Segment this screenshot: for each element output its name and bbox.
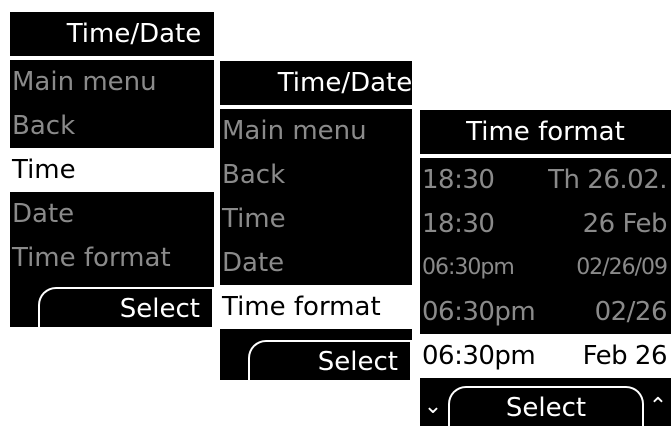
menu-item-date[interactable]: Date bbox=[220, 241, 412, 285]
phone-screen-time-date-time-selected: Time/Date Main menu Back Time Date Time … bbox=[10, 12, 214, 327]
option-time: 06:30pm bbox=[422, 341, 536, 371]
select-softkey[interactable]: Select bbox=[448, 386, 644, 426]
option-date: 02/26/09 bbox=[576, 255, 668, 280]
menu-item-time-format[interactable]: Time format bbox=[220, 285, 412, 329]
softkey-bar: Select bbox=[10, 281, 214, 327]
option-time: 18:30 bbox=[422, 165, 495, 195]
option-date: Feb 26 bbox=[582, 341, 668, 371]
menu-item-main-menu[interactable]: Main menu bbox=[10, 60, 214, 104]
phone-screen-time-date-format-selected: Time/Date Main menu Back Time Date Time … bbox=[220, 61, 412, 380]
phone-screen-time-format: Time format 18:30 Th 26.02. 18:30 26 Feb… bbox=[420, 110, 671, 426]
screen-title: Time/Date bbox=[220, 61, 412, 105]
time-format-option[interactable]: 18:30 26 Feb bbox=[420, 202, 671, 246]
option-time: 18:30 bbox=[422, 209, 495, 239]
option-time: 06:30pm bbox=[422, 255, 515, 280]
option-time: 06:30pm bbox=[422, 297, 536, 327]
chevron-up-icon[interactable]: ⌃ bbox=[647, 392, 669, 422]
time-format-option[interactable]: 06:30pm 02/26/09 bbox=[420, 246, 671, 290]
menu-item-back[interactable]: Back bbox=[220, 153, 412, 197]
chevron-down-icon[interactable]: ⌄ bbox=[422, 392, 444, 422]
menu-item-date[interactable]: Date bbox=[10, 192, 214, 236]
menu-list: Main menu Back Time Date Time format bbox=[220, 109, 412, 329]
time-format-option[interactable]: 18:30 Th 26.02. bbox=[420, 158, 671, 202]
menu-item-back[interactable]: Back bbox=[10, 104, 214, 148]
time-format-option-selected[interactable]: 06:30pm Feb 26 bbox=[420, 334, 671, 378]
menu-item-main-menu[interactable]: Main menu bbox=[220, 109, 412, 153]
screen-title: Time format bbox=[420, 110, 671, 154]
menu-item-time[interactable]: Time bbox=[10, 148, 214, 192]
menu-item-time-format[interactable]: Time format bbox=[10, 236, 214, 280]
time-format-option[interactable]: 06:30pm 02/26 bbox=[420, 290, 671, 334]
option-date: 26 Feb bbox=[582, 209, 668, 239]
menu-item-time[interactable]: Time bbox=[220, 197, 412, 241]
time-format-options: 18:30 Th 26.02. 18:30 26 Feb 06:30pm 02/… bbox=[420, 158, 671, 378]
softkey-bar: Select bbox=[220, 334, 412, 380]
select-softkey[interactable]: Select bbox=[38, 287, 214, 327]
select-softkey[interactable]: Select bbox=[248, 340, 412, 380]
option-date: Th 26.02. bbox=[548, 165, 667, 195]
screen-title: Time/Date bbox=[10, 12, 214, 56]
option-date: 02/26 bbox=[594, 297, 668, 327]
softkey-bar: ⌄ Select ⌃ bbox=[420, 380, 671, 426]
menu-list: Main menu Back Time Date Time format bbox=[10, 60, 214, 280]
